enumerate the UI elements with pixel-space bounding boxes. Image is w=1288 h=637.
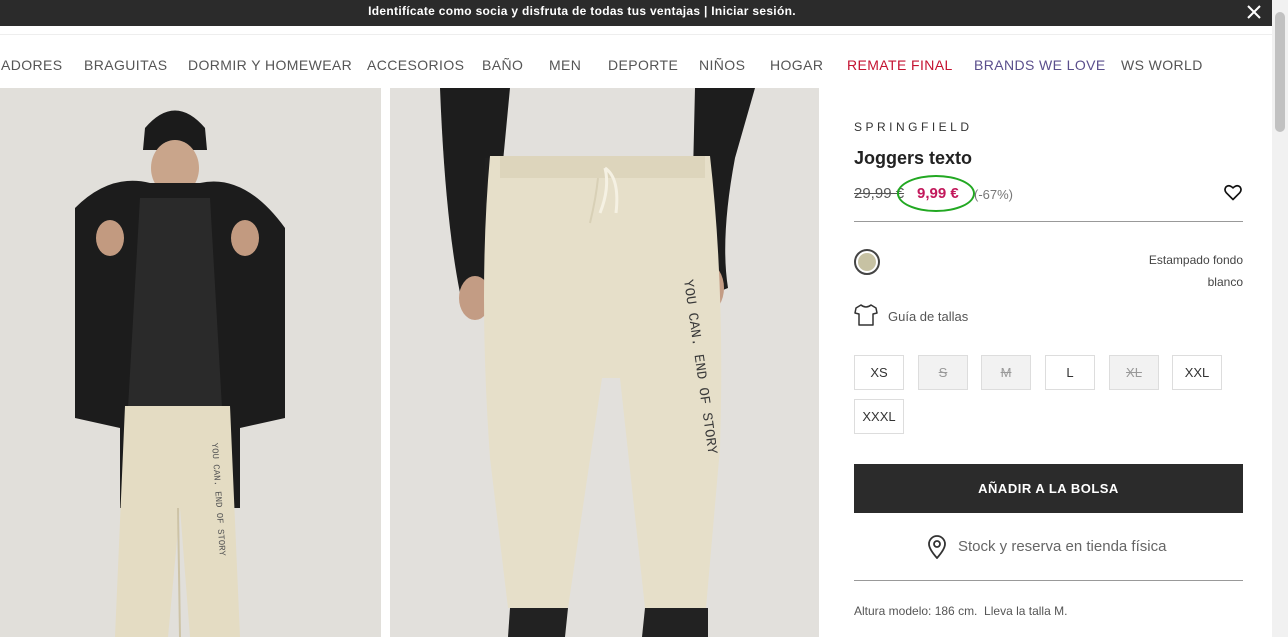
size-option-xxl[interactable]: XXL	[1172, 355, 1222, 390]
divider	[854, 580, 1243, 581]
nav-item-braguitas[interactable]: BRAGUITAS	[84, 57, 167, 73]
color-name-line-2: blanco	[1207, 275, 1243, 289]
size-option-m[interactable]: M	[981, 355, 1031, 390]
nav-item-brands-we-love[interactable]: BRANDS WE LOVE	[974, 57, 1106, 73]
size-option-l[interactable]: L	[1045, 355, 1095, 390]
color-name: Estampado fondo blanco	[1123, 249, 1243, 293]
stock-reserve-label: Stock y reserva en tienda física	[958, 538, 1167, 555]
heart-icon[interactable]	[1223, 182, 1243, 202]
nav-item-men[interactable]: MEN	[549, 57, 581, 73]
divider	[854, 221, 1243, 222]
nav-item-ws-world[interactable]: WS WORLD	[1121, 57, 1203, 73]
nav-item-hogar[interactable]: HOGAR	[770, 57, 823, 73]
color-swatch[interactable]	[854, 249, 880, 275]
size-option-s[interactable]: S	[918, 355, 968, 390]
announcement-bar: Identifícate como socia y disfruta de to…	[0, 0, 1272, 26]
page-scrollbar[interactable]	[1272, 0, 1288, 637]
size-option-xs[interactable]: XS	[854, 355, 904, 390]
add-to-bag-button[interactable]: AÑADIR A LA BOLSA	[854, 464, 1243, 513]
nav-item-remate-final[interactable]: REMATE FINAL	[847, 57, 953, 73]
color-name-line-1: Estampado fondo	[1148, 253, 1243, 267]
nav-item-ninos[interactable]: NIÑOS	[699, 57, 745, 73]
product-title: Joggers texto	[854, 148, 973, 168]
nav-item-accesorios[interactable]: ACCESORIOS	[367, 57, 464, 73]
close-icon[interactable]	[1244, 2, 1264, 22]
scrollbar-thumb[interactable]	[1275, 12, 1285, 132]
announcement-text[interactable]: Identifícate como socia y disfruta de to…	[0, 4, 1164, 18]
tshirt-icon	[854, 304, 878, 326]
model-info: Altura modelo: 186 cm. Lleva la talla M.	[854, 604, 1068, 618]
sale-price: 9,99 €	[917, 185, 959, 202]
nav-item-deporte[interactable]: DEPORTE	[608, 57, 678, 73]
size-guide-label: Guía de tallas	[888, 309, 969, 324]
main-navigation: ADORES BRAGUITAS DORMIR Y HOMEWEAR ACCES…	[0, 34, 1272, 88]
size-option-xl[interactable]: XL	[1109, 355, 1159, 390]
color-swatch-fill	[858, 253, 876, 271]
stock-reserve-link[interactable]: Stock y reserva en tienda física	[854, 534, 1243, 560]
nav-item-bano[interactable]: BAÑO	[482, 57, 523, 73]
size-option-xxxl[interactable]: XXXL	[854, 399, 904, 434]
nav-item-dormir-homewear[interactable]: DORMIR Y HOMEWEAR	[188, 57, 352, 73]
location-pin-icon	[928, 535, 946, 559]
discount-badge: (-67%)	[974, 187, 1014, 202]
brand-name[interactable]: SPRINGFIELD	[854, 120, 973, 134]
nav-item-adores[interactable]: ADORES	[1, 57, 63, 73]
product-photo-2[interactable]: YOU CAN. END OF STORY	[390, 88, 819, 637]
product-photo-1[interactable]: YOU CAN. END OF STORY	[0, 88, 381, 637]
